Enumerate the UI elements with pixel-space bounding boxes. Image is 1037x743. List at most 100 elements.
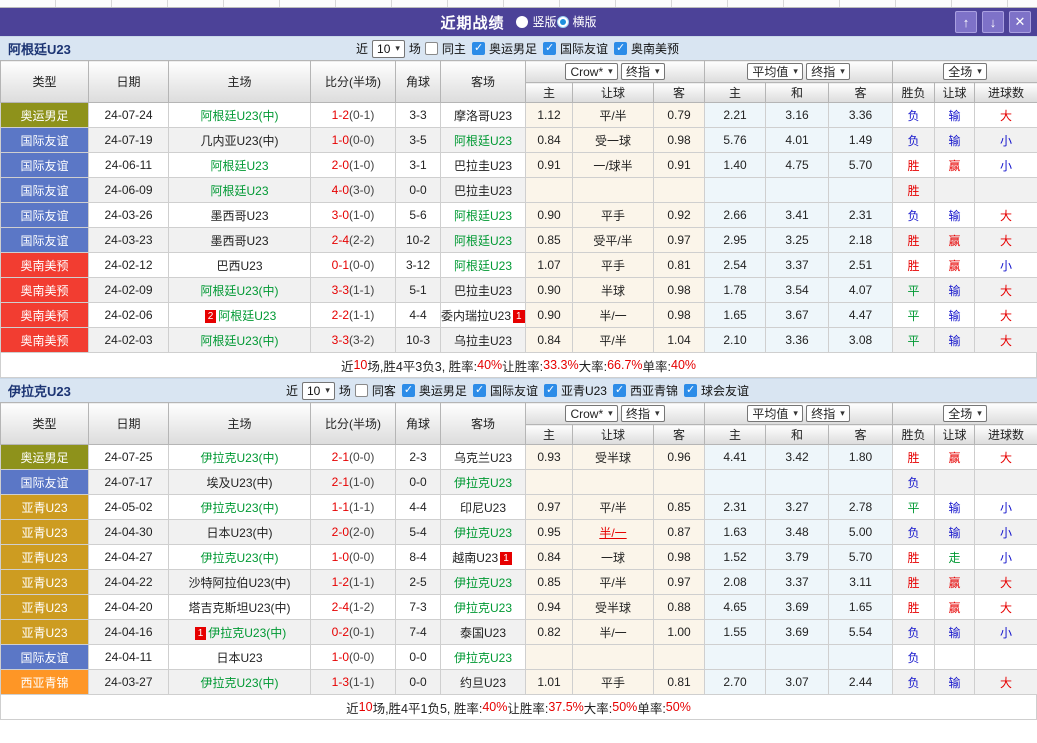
- handicap-home-odds: 0.90: [526, 303, 573, 328]
- match-type-cell: 国际友谊: [1, 153, 89, 178]
- result-win-draw-loss: 负: [893, 645, 935, 670]
- handicap-home-odds: [526, 645, 573, 670]
- away-team-cell: 伊拉克U23: [441, 470, 526, 495]
- fulltime-score: 3-3: [332, 333, 349, 347]
- avg-source-select[interactable]: 平均值▾: [747, 63, 803, 80]
- odds-stage-select[interactable]: 终指▾: [621, 405, 665, 422]
- home-team-cell: 墨西哥U23: [169, 203, 311, 228]
- away-team-cell: 巴拉圭U23: [441, 153, 526, 178]
- avg-stage-select[interactable]: 终指▾: [806, 63, 850, 80]
- match-row: 西亚青锦24-03-27伊拉克U23(中)1-3(1-1)0-0约旦U231.0…: [1, 670, 1037, 695]
- avg-draw-odds: 4.01: [766, 128, 829, 153]
- match-row: 国际友谊24-06-09阿根廷U234-0(3-0)0-0巴拉圭U23胜: [1, 178, 1037, 203]
- avg-home-odds: 2.95: [705, 228, 766, 253]
- unit-label: 场: [409, 40, 421, 57]
- focus-team-name: 伊拉克U23(中): [208, 626, 286, 640]
- match-type-cell: 亚青U23: [1, 495, 89, 520]
- handicap-line: 受平/半: [573, 228, 654, 253]
- corner-count: 4-4: [396, 303, 441, 328]
- team-name: 墨西哥U23: [210, 209, 268, 223]
- handicap-home-odds: 0.93: [526, 445, 573, 470]
- match-type-cell: 亚青U23: [1, 570, 89, 595]
- result-over-under: [975, 178, 1037, 203]
- result-win-draw-loss: 负: [893, 128, 935, 153]
- league-checkbox[interactable]: [543, 42, 556, 55]
- avg-source-select[interactable]: 平均值▾: [747, 405, 803, 422]
- result-handicap: 赢: [935, 253, 975, 278]
- match-row: 奥南美预24-02-03阿根廷U23(中)3-3(3-2)10-3乌拉圭U230…: [1, 328, 1037, 353]
- handicap-line: 半/一: [573, 303, 654, 328]
- layout-radio-option[interactable]: 竖版: [516, 13, 556, 30]
- league-checkbox[interactable]: [402, 384, 415, 397]
- match-count-select[interactable]: 10▾: [302, 382, 335, 400]
- move-down-button[interactable]: ↓: [982, 11, 1004, 33]
- avg-home-odds: 5.76: [705, 128, 766, 153]
- team-name: 印尼U23: [460, 501, 506, 515]
- team-name: 乌克兰U23: [454, 451, 512, 465]
- chevron-down-icon: ▾: [655, 408, 660, 419]
- team-name: 巴西U23: [216, 259, 262, 273]
- match-date: 24-04-22: [89, 570, 169, 595]
- avg-draw-odds: 3.37: [766, 570, 829, 595]
- same-venue-checkbox[interactable]: [425, 42, 438, 55]
- odds-company-select[interactable]: Crow*▾: [565, 63, 617, 80]
- result-over-under: 大: [975, 203, 1037, 228]
- match-row: 国际友谊24-06-11阿根廷U232-0(1-0)3-1巴拉圭U230.91一…: [1, 153, 1037, 178]
- odds-company-select[interactable]: Crow*▾: [565, 405, 617, 422]
- match-type-cell: 亚青U23: [1, 620, 89, 645]
- sub-col-header: 主: [705, 83, 766, 103]
- sub-col-header: 进球数: [975, 83, 1037, 103]
- scope-select[interactable]: 全场▾: [943, 405, 987, 422]
- same-venue-checkbox[interactable]: [355, 384, 368, 397]
- avg-stage-select[interactable]: 终指▾: [806, 405, 850, 422]
- match-date: 24-07-24: [89, 103, 169, 128]
- result-win-draw-loss: 负: [893, 620, 935, 645]
- league-checkbox[interactable]: [684, 384, 697, 397]
- team-name: 约旦U23: [460, 676, 506, 690]
- odds-stage-select[interactable]: 终指▾: [621, 63, 665, 80]
- fulltime-score: 1-0: [332, 650, 349, 664]
- league-checkbox[interactable]: [472, 42, 485, 55]
- result-win-draw-loss: 胜: [893, 153, 935, 178]
- match-count-select[interactable]: 10▾: [372, 40, 405, 58]
- fulltime-score: 3-0: [332, 208, 349, 222]
- team-name: 日本U23(中): [206, 526, 272, 540]
- league-checkbox[interactable]: [544, 384, 557, 397]
- close-button[interactable]: ✕: [1009, 11, 1031, 33]
- league-label: 国际友谊: [560, 40, 608, 57]
- focus-team-name: 阿根廷U23: [210, 159, 268, 173]
- league-checkbox[interactable]: [614, 42, 627, 55]
- near-label: 近: [286, 382, 298, 399]
- away-team-cell: 巴拉圭U23: [441, 178, 526, 203]
- avg-away-odds: 3.11: [829, 570, 893, 595]
- match-row: 国际友谊24-03-23墨西哥U232-4(2-2)10-2阿根廷U230.85…: [1, 228, 1037, 253]
- league-checkbox[interactable]: [473, 384, 486, 397]
- layout-radio-selected[interactable]: 横版: [557, 13, 597, 30]
- select-value: 平均值: [752, 405, 788, 422]
- focus-team-name: 伊拉克U23: [454, 526, 512, 540]
- corner-count: 2-3: [396, 445, 441, 470]
- summary-text: 让胜率:: [507, 698, 548, 717]
- corner-count: 0-0: [396, 670, 441, 695]
- red-card-badge: 1: [195, 627, 207, 640]
- move-up-button[interactable]: ↑: [955, 11, 977, 33]
- result-over-under: 小: [975, 128, 1037, 153]
- radio-icon: [557, 16, 569, 28]
- result-win-draw-loss: 负: [893, 103, 935, 128]
- handicap-away-odds: 0.98: [654, 128, 705, 153]
- avg-away-odds: 2.31: [829, 203, 893, 228]
- avg-home-odds: 1.65: [705, 303, 766, 328]
- league-label: 奥运男足: [419, 382, 467, 399]
- result-group-header: 全场▾: [893, 61, 1037, 83]
- match-row: 亚青U2324-04-161伊拉克U23(中)0-2(0-1)7-4泰国U230…: [1, 620, 1037, 645]
- summary-text: 近: [346, 698, 359, 717]
- avg-home-odds: 2.54: [705, 253, 766, 278]
- away-team-cell: 阿根廷U23: [441, 228, 526, 253]
- result-win-draw-loss: 负: [893, 203, 935, 228]
- match-type-cell: 亚青U23: [1, 595, 89, 620]
- match-date: 24-02-12: [89, 253, 169, 278]
- home-team-cell: 阿根廷U23: [169, 153, 311, 178]
- league-checkbox[interactable]: [613, 384, 626, 397]
- scope-select[interactable]: 全场▾: [943, 63, 987, 80]
- result-win-draw-loss: 胜: [893, 228, 935, 253]
